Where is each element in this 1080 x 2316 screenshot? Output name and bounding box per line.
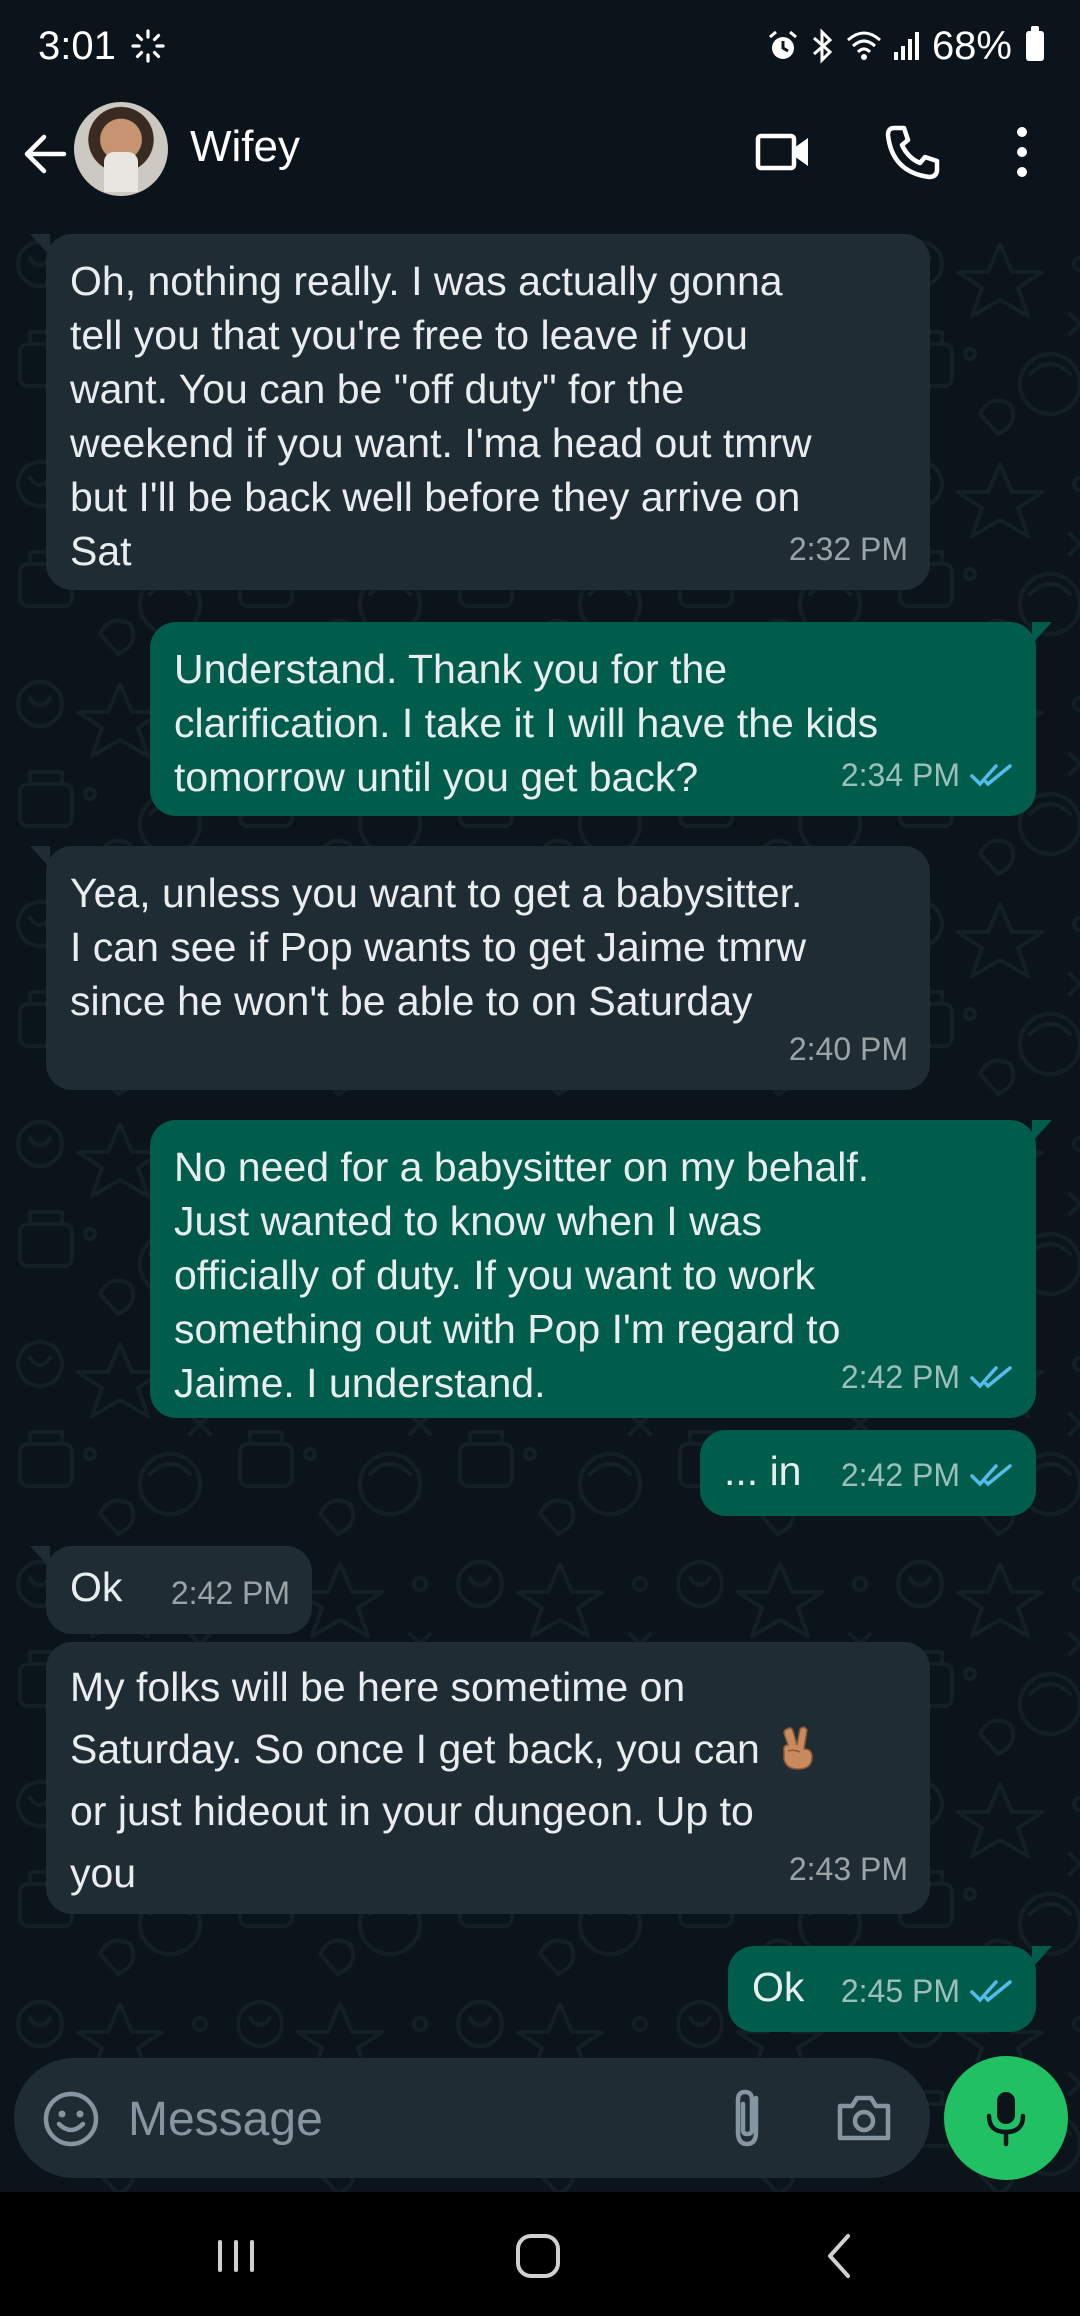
voice-call-icon[interactable] [880, 120, 944, 184]
read-receipt-icon [970, 1366, 1012, 1389]
chat-area[interactable]: Oh, nothing really. I was actually gonna… [0, 224, 1080, 2192]
emoji-icon[interactable] [40, 2088, 102, 2150]
sync-icon [131, 29, 165, 63]
message-meta: 2:34 PM [841, 748, 1014, 802]
chat-header: Wifey [0, 96, 1080, 224]
microphone-icon [986, 2092, 1026, 2147]
read-receipt-icon [970, 1980, 1012, 2003]
message-time: 2:32 PM [788, 531, 908, 567]
read-receipt-icon [970, 1464, 1012, 1487]
alarm-icon [768, 30, 797, 59]
message-composer [14, 2058, 930, 2178]
message-time: 2:42 PM [840, 1457, 960, 1493]
message-meta: 2:32 PM [789, 522, 908, 576]
status-time: 3:01 [38, 24, 116, 68]
message-meta: 2:42 PM [841, 1448, 1014, 1502]
back-icon[interactable] [810, 2226, 870, 2286]
home-icon[interactable] [508, 2226, 568, 2286]
battery-icon [1026, 26, 1044, 61]
message-time: 2:40 PM [788, 1031, 908, 1067]
message-text: My folks will be here sometime on Saturd… [70, 1656, 906, 1904]
contact-name[interactable]: Wifey [190, 122, 300, 172]
message-time: 2:42 PM [840, 1359, 960, 1395]
system-nav-bar [0, 2192, 1080, 2316]
message-text-line: My folks will be here sometime on [70, 1664, 686, 1710]
message-bubble-outgoing[interactable]: No need for a babysitter on my behalf. J… [150, 1120, 1052, 1418]
message-bubble-incoming[interactable]: Yea, unless you want to get a babysitter… [30, 846, 930, 1090]
message-text: Oh, nothing really. I was actually gonna… [70, 258, 812, 574]
victory-hand-emoji-icon [782, 1726, 813, 1770]
message-meta: 2:42 PM [171, 1566, 290, 1620]
message-bubble-outgoing[interactable]: Ok 2:45 PM [728, 1946, 1052, 2032]
message-bubble-incoming[interactable]: Oh, nothing really. I was actually gonna… [30, 234, 930, 590]
paperclip-icon[interactable] [722, 2084, 772, 2152]
video-call-icon[interactable] [752, 120, 816, 184]
message-text: Yea, unless you want to get a babysitter… [70, 870, 807, 1024]
message-bubble-incoming[interactable]: Ok 2:42 PM [30, 1546, 312, 1634]
bluetooth-icon [812, 28, 833, 64]
battery-percent: 68% [931, 23, 1012, 68]
message-bubble-outgoing[interactable]: Understand. Thank you for the clarificat… [150, 622, 1052, 816]
signal-icon [893, 32, 919, 60]
message-time: 2:45 PM [840, 1973, 960, 2009]
recents-icon[interactable] [206, 2226, 266, 2286]
status-indicators: 68% [766, 22, 1044, 70]
message-meta: 2:40 PM [789, 1022, 908, 1076]
message-time: 2:42 PM [170, 1575, 290, 1611]
message-text-line: Saturday. So once I get back, you can [70, 1726, 760, 1772]
more-options-icon[interactable] [990, 120, 1054, 184]
message-meta: 2:43 PM [789, 1838, 908, 1900]
contact-avatar[interactable] [74, 102, 168, 196]
back-arrow-icon[interactable] [18, 126, 74, 182]
message-bubble-outgoing[interactable]: ... in 2:42 PM [700, 1430, 1036, 1516]
camera-icon[interactable] [832, 2086, 896, 2150]
voice-message-button[interactable] [944, 2056, 1068, 2180]
message-meta: 2:45 PM [841, 1964, 1014, 2018]
message-input[interactable] [126, 2084, 690, 2154]
message-text-line: or just hideout in your dungeon. Up to y… [70, 1788, 754, 1896]
message-time: 2:34 PM [840, 757, 960, 793]
status-bar: 3:01 68% [0, 0, 1080, 96]
message-meta: 2:42 PM [841, 1350, 1014, 1404]
wifi-icon [846, 31, 881, 60]
read-receipt-icon [970, 764, 1012, 787]
message-time: 2:43 PM [788, 1851, 908, 1887]
message-bubble-incoming[interactable]: My folks will be here sometime on Saturd… [46, 1642, 930, 1914]
